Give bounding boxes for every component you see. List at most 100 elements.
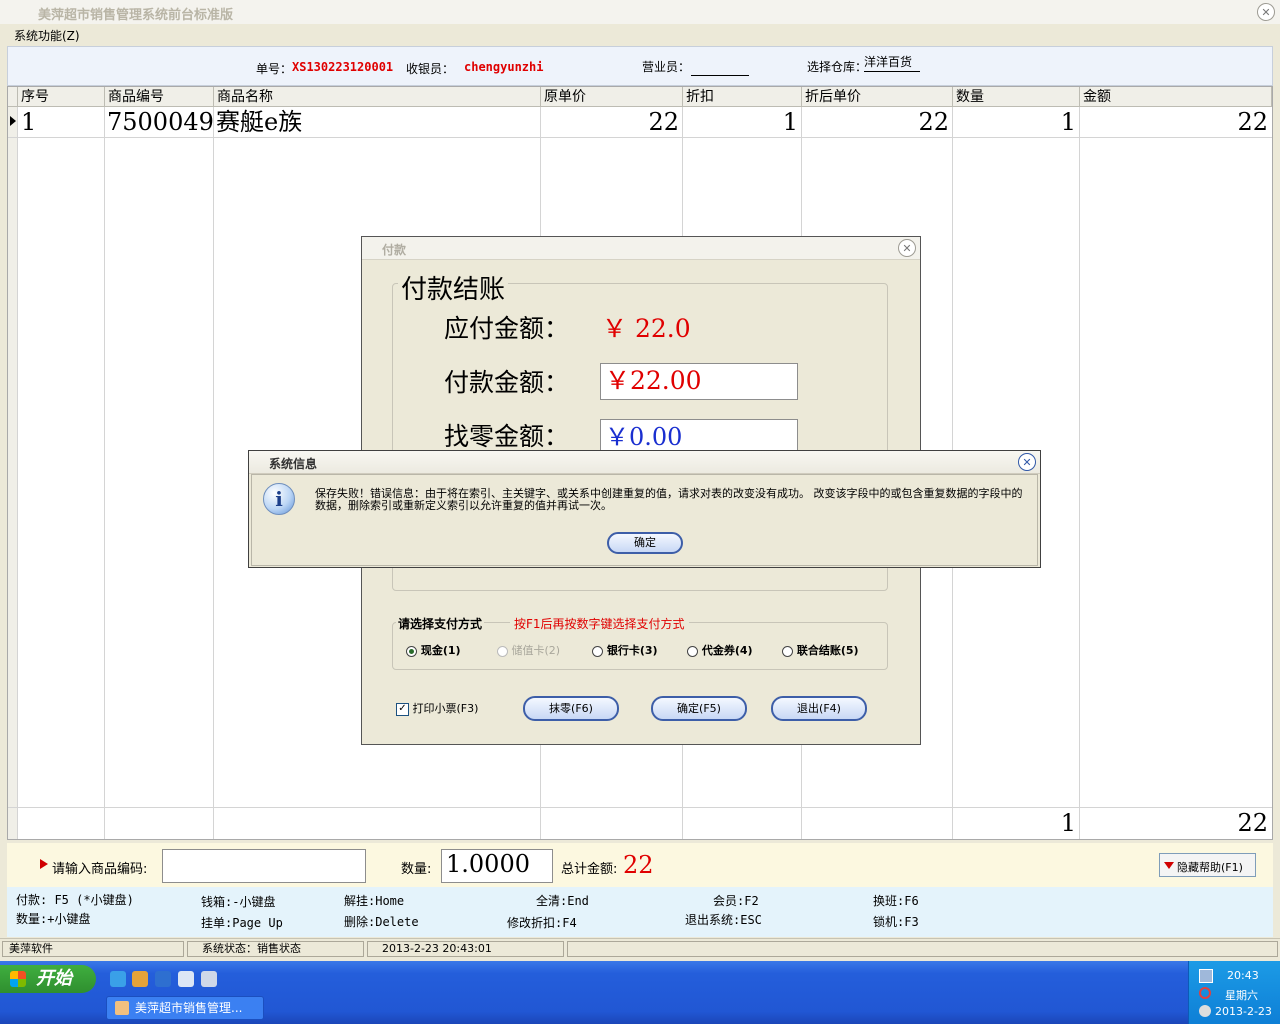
row-header-corner bbox=[8, 87, 18, 107]
amount-due-label: 应付金额： bbox=[444, 314, 570, 343]
column-header-net-price[interactable]: 折后单价 bbox=[802, 87, 953, 107]
window-titlebar: 美萍超市销售管理系统前台标准版 ✕ bbox=[0, 0, 1280, 25]
radio-disabled-icon bbox=[497, 645, 508, 657]
start-label: 开始 bbox=[36, 968, 72, 989]
help-lock: 锁机:F3 bbox=[873, 915, 919, 929]
method-voucher-label: 代金券(4) bbox=[701, 644, 753, 657]
cell-price: 22 bbox=[648, 108, 679, 136]
help-member: 会员:F2 bbox=[713, 894, 759, 908]
message-title: 系统信息 bbox=[269, 457, 318, 471]
column-header-price[interactable]: 原单价 bbox=[541, 87, 683, 107]
cell-amount: 22 bbox=[1237, 108, 1268, 136]
print-receipt-checkbox[interactable]: ✓ 打印小票(F3) bbox=[396, 700, 478, 716]
clerk-label: 营业员： bbox=[642, 60, 691, 74]
column-header-name[interactable]: 商品名称 bbox=[214, 87, 541, 107]
order-number: XS130223120001 bbox=[292, 60, 394, 74]
round-off-button[interactable]: 抹零(F6) bbox=[523, 696, 619, 721]
column-header-seq[interactable]: 序号 bbox=[18, 87, 105, 107]
table-row[interactable]: 1 7500049 赛艇e族 22 1 22 1 22 bbox=[18, 107, 1272, 137]
tray-date: 2013-2-23 bbox=[1215, 1005, 1272, 1018]
confirm-payment-button[interactable]: 确定(F5) bbox=[651, 696, 747, 721]
method-cash-radio[interactable]: 现金(1) bbox=[406, 642, 461, 658]
amount-due-value: ￥ 22.0 bbox=[602, 314, 691, 343]
payment-group-title: 付款结账 bbox=[398, 269, 509, 306]
help-exit: 退出系统:ESC bbox=[685, 913, 762, 927]
radio-selected-icon bbox=[406, 645, 417, 657]
quantity-input[interactable]: 1.0000 bbox=[441, 849, 553, 883]
method-voucher-radio[interactable]: 代金券(4) bbox=[687, 642, 753, 658]
row-divider bbox=[8, 137, 1272, 138]
column-header-code[interactable]: 商品编号 bbox=[105, 87, 214, 107]
network-icon[interactable] bbox=[1199, 969, 1213, 983]
status-empty bbox=[567, 941, 1278, 957]
payment-close-icon[interactable]: ✕ bbox=[898, 239, 916, 257]
method-bank-card-label: 银行卡(3) bbox=[606, 644, 658, 657]
order-number-label: 单号： bbox=[256, 62, 293, 76]
print-receipt-label: 打印小票(F3) bbox=[412, 702, 479, 715]
cashier-label: 收银员： bbox=[406, 62, 455, 76]
volume-icon[interactable] bbox=[1199, 1005, 1211, 1017]
quick-launch-icon[interactable] bbox=[201, 971, 217, 987]
total-amount-label: 总计金额: bbox=[561, 862, 618, 877]
total-amount: 22 bbox=[1237, 809, 1268, 837]
message-close-icon[interactable]: ✕ bbox=[1018, 453, 1036, 471]
payment-dialog-title: 付款 bbox=[382, 243, 407, 257]
status-company: 美萍软件 bbox=[2, 941, 184, 957]
column-header-amount[interactable]: 金额 bbox=[1080, 87, 1272, 107]
payment-method-hint: 按F1后再按数字键选择支付方式 bbox=[510, 615, 689, 632]
checkmark-icon: ✓ bbox=[396, 702, 409, 716]
cell-qty: 1 bbox=[1060, 108, 1076, 136]
shortcut-help: 付款: F5 (*小键盘) 数量:+小键盘 钱箱:-小键盘 挂单:Page Up… bbox=[7, 887, 1273, 937]
product-code-label: 请输入商品编码: bbox=[52, 862, 148, 877]
tray-time[interactable]: 20:43 bbox=[1227, 969, 1259, 982]
change-value-field: ￥0.00 bbox=[600, 419, 798, 453]
method-cash-label: 现金(1) bbox=[420, 644, 461, 657]
column-header-discount[interactable]: 折扣 bbox=[683, 87, 802, 107]
payment-dialog-titlebar: 付款 ✕ bbox=[362, 237, 920, 260]
start-button[interactable]: 开始 bbox=[0, 965, 96, 993]
show-desktop-icon[interactable] bbox=[178, 971, 194, 987]
window-title: 美萍超市销售管理系统前台标准版 bbox=[38, 8, 234, 23]
window-close-icon[interactable]: ✕ bbox=[1257, 3, 1275, 21]
amount-paid-input[interactable]: ￥22.00 bbox=[600, 363, 798, 400]
help-hold: 挂单:Page Up bbox=[201, 916, 283, 930]
media-player-icon[interactable] bbox=[155, 971, 171, 987]
radio-icon bbox=[782, 645, 793, 657]
message-ok-button[interactable]: 确定 bbox=[607, 532, 683, 554]
warehouse-label: 选择仓库： bbox=[807, 60, 868, 74]
hide-help-button[interactable]: 隐藏帮助(F1) bbox=[1159, 853, 1256, 877]
clerk-field[interactable] bbox=[691, 59, 749, 76]
product-code-input[interactable] bbox=[162, 849, 366, 883]
security-icon[interactable] bbox=[1199, 987, 1211, 999]
col-seq bbox=[18, 107, 105, 839]
radio-icon bbox=[592, 645, 603, 657]
system-tray: 20:43 星期六 2013-2-23 bbox=[1188, 961, 1280, 1024]
method-combined-radio[interactable]: 联合结账(5) bbox=[782, 642, 859, 658]
warehouse-select[interactable]: 洋洋百货 bbox=[864, 53, 920, 72]
column-header-qty[interactable]: 数量 bbox=[953, 87, 1080, 107]
app-icon bbox=[115, 1001, 129, 1015]
menu-system-functions[interactable]: 系统功能(Z) bbox=[14, 27, 80, 44]
message-text: 保存失败！错误信息：由于将在索引、主关键字、或关系中创建重复的值，请求对表的改变… bbox=[315, 487, 1023, 512]
col-amount bbox=[1080, 107, 1272, 839]
cell-discount: 1 bbox=[782, 108, 798, 136]
total-amount-value: 22 bbox=[623, 851, 654, 879]
status-state: 系统状态：销售状态 bbox=[187, 941, 364, 957]
status-bar: 美萍软件 系统状态：销售状态 2013-2-23 20:43:01 bbox=[0, 938, 1280, 961]
menu-bar: 系统功能(Z) bbox=[0, 24, 1280, 44]
help-drawer: 钱箱:-小键盘 bbox=[201, 895, 276, 909]
cell-name: 赛艇e族 bbox=[216, 108, 303, 136]
total-qty: 1 bbox=[1060, 809, 1076, 837]
current-row-arrow-icon bbox=[10, 116, 16, 126]
product-input-bar: 请输入商品编码: 数量: 1.0000 总计金额: 22 隐藏帮助(F1) bbox=[7, 843, 1273, 887]
messenger-icon[interactable] bbox=[132, 971, 148, 987]
ie-icon[interactable] bbox=[110, 971, 126, 987]
exit-payment-button[interactable]: 退出(F4) bbox=[771, 696, 867, 721]
method-bank-card-radio[interactable]: 银行卡(3) bbox=[592, 642, 658, 658]
row-divider bbox=[8, 807, 1272, 808]
windows-logo-icon bbox=[10, 971, 26, 987]
help-shift: 换班:F6 bbox=[873, 894, 919, 908]
taskbar-app-button[interactable]: 美萍超市销售管理... bbox=[106, 996, 264, 1020]
help-clear: 全清:End bbox=[536, 894, 589, 908]
method-combined-label: 联合结账(5) bbox=[796, 644, 859, 657]
